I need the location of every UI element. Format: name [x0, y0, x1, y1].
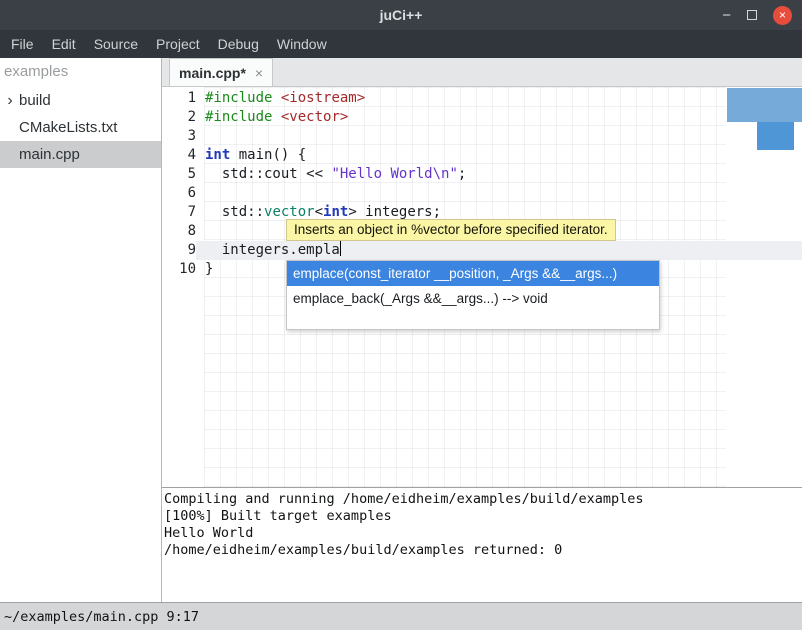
close-button[interactable]: ×	[773, 6, 792, 25]
code-text[interactable]: #include <vector>	[196, 108, 802, 127]
code-token	[272, 109, 280, 125]
line-number: 3	[162, 127, 196, 146]
status-bar: ~/examples/main.cpp 9:17	[0, 602, 802, 630]
completion-item[interactable]: emplace(const_iterator __position, _Args…	[287, 261, 659, 286]
window-controls: − ×	[722, 6, 802, 25]
file-explorer: examples ›build CMakeLists.txt main.cpp	[0, 58, 162, 602]
code-token: #include	[205, 90, 272, 106]
code-text[interactable]	[196, 184, 802, 203]
project-name: examples	[0, 58, 161, 87]
code-text[interactable]: #include <iostream>	[196, 89, 802, 108]
code-token: std::cout <<	[205, 166, 331, 182]
menu-item-edit[interactable]: Edit	[43, 31, 85, 57]
title-bar: juCi++ − ×	[0, 0, 802, 30]
minimize-button[interactable]: −	[722, 8, 731, 23]
code-token	[272, 90, 280, 106]
code-line: 3	[162, 127, 802, 146]
scroll-overview-block-1[interactable]	[727, 88, 802, 122]
terminal-output[interactable]: Compiling and running /home/eidheim/exam…	[162, 487, 802, 602]
tab-close-button[interactable]: ×	[255, 65, 263, 81]
sidebar-item-main-cpp[interactable]: main.cpp	[0, 141, 161, 168]
code-line: 9 integers.empla	[162, 241, 802, 260]
menu-item-file[interactable]: File	[2, 31, 43, 57]
menu-item-source[interactable]: Source	[85, 31, 147, 57]
code-token: int	[323, 204, 348, 220]
menu-item-debug[interactable]: Debug	[209, 31, 268, 57]
completion-popup: emplace(const_iterator __position, _Args…	[286, 260, 660, 330]
source-editor: 1#include <iostream>2#include <vector>34…	[162, 87, 802, 487]
status-file-position: ~/examples/main.cpp 9:17	[4, 609, 199, 625]
code-token: vector	[264, 204, 315, 220]
code-token: int	[205, 147, 230, 163]
menu-bar: FileEditSourceProjectDebugWindow	[0, 30, 802, 58]
line-number: 2	[162, 108, 196, 127]
window-title: juCi++	[0, 7, 802, 23]
scroll-overview-block-2[interactable]	[757, 122, 794, 150]
editor-pane: main.cpp* × 1#include <iostream>2#includ…	[162, 58, 802, 602]
tab-label: main.cpp*	[179, 65, 246, 81]
code-token: <vector>	[281, 109, 348, 125]
line-number: 9	[162, 241, 196, 260]
sidebar-item-label: build	[17, 92, 51, 109]
completion-item[interactable]: emplace_back(_Args &&__args...) --> void	[287, 286, 659, 311]
terminal-line: Compiling and running /home/eidheim/exam…	[164, 491, 800, 508]
code-line: 4int main() {	[162, 146, 802, 165]
line-number: 10	[162, 260, 196, 279]
menu-item-window[interactable]: Window	[268, 31, 336, 57]
terminal-line: /home/eidheim/examples/build/examples re…	[164, 542, 800, 559]
code-token: <iostream>	[281, 90, 365, 106]
menu-item-project[interactable]: Project	[147, 31, 209, 57]
terminal-line: [100%] Built target examples	[164, 508, 800, 525]
line-number: 5	[162, 165, 196, 184]
text-cursor	[340, 241, 342, 256]
window-body: examples ›build CMakeLists.txt main.cpp ma…	[0, 58, 802, 602]
code-token: ;	[458, 166, 466, 182]
code-text[interactable]: std::cout << "Hello World\n";	[196, 165, 802, 184]
line-number: 1	[162, 89, 196, 108]
code-line: 2#include <vector>	[162, 108, 802, 127]
line-number: 7	[162, 203, 196, 222]
code-line: 6	[162, 184, 802, 203]
code-token: <	[315, 204, 323, 220]
code-token: "Hello World\n"	[331, 166, 457, 182]
sidebar-item-build[interactable]: ›build	[0, 87, 161, 114]
minimize-icon: −	[722, 7, 731, 24]
sidebar-item-label: CMakeLists.txt	[17, 119, 117, 136]
code-text[interactable]: int main() {	[196, 146, 802, 165]
terminal-line: Hello World	[164, 525, 800, 542]
code-token: main() {	[230, 147, 306, 163]
code-token: #include	[205, 109, 272, 125]
code-line: 1#include <iostream>	[162, 89, 802, 108]
doc-tooltip: Inserts an object in %vector before spec…	[286, 219, 616, 241]
code-line: 5 std::cout << "Hello World\n";	[162, 165, 802, 184]
tab-bar: main.cpp* ×	[162, 58, 802, 87]
code-token: integers.empla	[205, 242, 340, 258]
close-icon: ×	[779, 9, 786, 21]
code-token: std::	[205, 204, 264, 220]
file-tree: ›build CMakeLists.txt main.cpp	[0, 87, 161, 168]
chevron-right-icon: ›	[0, 93, 17, 109]
line-number: 4	[162, 146, 196, 165]
code-text[interactable]	[196, 127, 802, 146]
sidebar-item-cmakelists-txt[interactable]: CMakeLists.txt	[0, 114, 161, 141]
code-text[interactable]: integers.empla	[196, 241, 802, 260]
tab-main-cpp[interactable]: main.cpp* ×	[169, 58, 273, 86]
line-number: 8	[162, 222, 196, 241]
doc-tooltip-text: Inserts an object in %vector before spec…	[294, 222, 608, 237]
code-token: }	[205, 261, 213, 277]
sidebar-item-label: main.cpp	[17, 146, 80, 163]
juci-window: juCi++ − × FileEditSourceProjectDebugWin…	[0, 0, 802, 630]
restore-button[interactable]	[747, 10, 757, 20]
line-number: 6	[162, 184, 196, 203]
code-token: > integers;	[348, 204, 441, 220]
